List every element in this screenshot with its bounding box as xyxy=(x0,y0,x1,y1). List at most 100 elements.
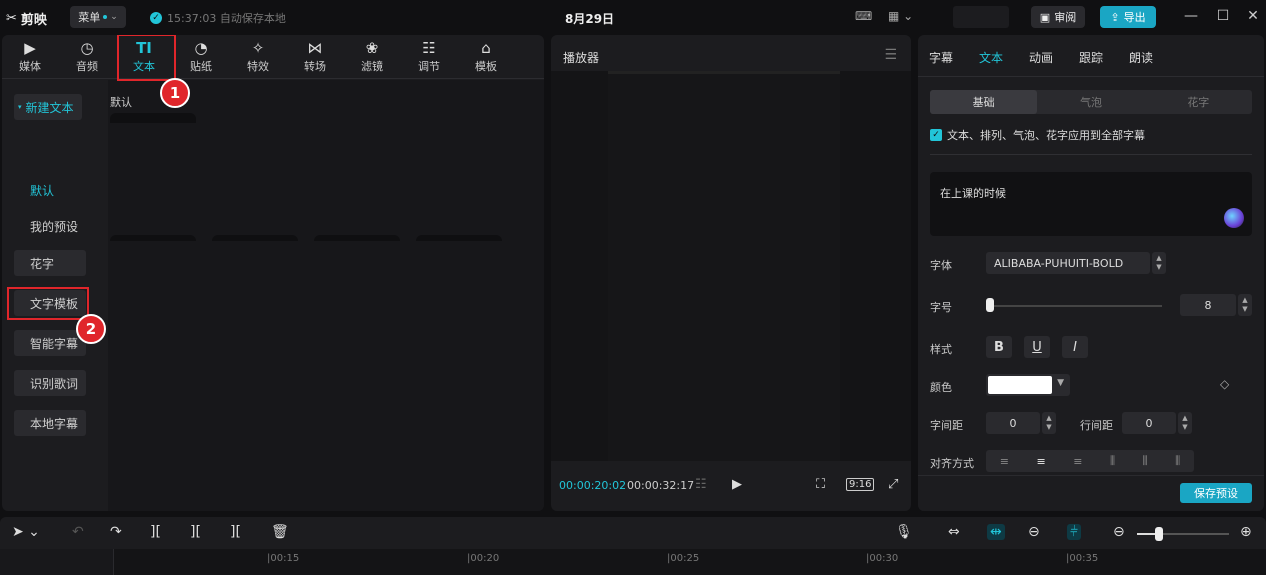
align-center-icon[interactable]: ≡ xyxy=(1036,455,1045,468)
waveform-icon[interactable]: ☷ xyxy=(695,477,707,492)
trim-left-icon[interactable]: ][ xyxy=(190,524,201,540)
play-icon[interactable]: ▶ xyxy=(732,477,742,492)
char-spacing-stepper[interactable]: ▲ ▼ xyxy=(1042,412,1056,434)
caption-text-value: 在上课的时候 xyxy=(940,187,1006,200)
tab-media[interactable]: ▶ 媒体 xyxy=(2,35,58,79)
main-track-link-icon[interactable]: ⇔ xyxy=(948,524,960,540)
underline-icon[interactable]: U xyxy=(1024,336,1050,358)
sidebar-item-label: 本地字幕 xyxy=(30,416,79,431)
line-spacing-value: 0 xyxy=(1145,416,1153,430)
tab-sticker[interactable]: ◔ 贴纸 xyxy=(173,35,229,79)
ruler-tick: |00:30 xyxy=(866,553,899,564)
timeline-ruler[interactable]: |00:15 |00:20 |00:25 |00:30 |00:35 xyxy=(0,549,1266,575)
vertical-align-center-icon[interactable]: ⫼ xyxy=(1143,454,1148,468)
bold-icon[interactable]: B xyxy=(986,336,1012,358)
undo-icon[interactable]: ↶ xyxy=(72,524,84,540)
zoom-in-icon[interactable]: ⊕ xyxy=(1240,524,1252,540)
ruler-tick: |00:15 xyxy=(267,553,300,564)
size-slider-track[interactable] xyxy=(990,305,1162,307)
fullscreen-icon[interactable]: ⤢ xyxy=(888,477,898,492)
zoom-slider-handle[interactable] xyxy=(1155,527,1163,541)
ai-orb-icon[interactable] xyxy=(1224,208,1244,228)
trim-right-icon[interactable]: ][ xyxy=(230,524,241,540)
size-stepper[interactable]: ▲ ▼ xyxy=(1238,294,1252,316)
sidebar-item-default[interactable]: 默认 xyxy=(14,177,62,203)
align-left-icon[interactable]: ≡ xyxy=(1000,455,1009,468)
review-button[interactable]: ▣ 审阅 xyxy=(1031,6,1085,28)
preview-canvas[interactable] xyxy=(551,71,911,461)
tab-animation[interactable]: 动画 xyxy=(1029,49,1053,66)
minimize-icon[interactable]: — xyxy=(1181,8,1201,24)
export-button[interactable]: ⇪ 导出 xyxy=(1100,6,1156,28)
review-icon: ▣ xyxy=(1039,10,1051,24)
keyframe-diamond-icon[interactable]: ◇ xyxy=(1220,377,1229,391)
chevron-down-icon: ▼ xyxy=(1057,378,1064,388)
segment-fancy[interactable]: 花字 xyxy=(1145,90,1252,114)
text-preset-thumb[interactable] xyxy=(212,235,298,241)
layout-icon[interactable]: ▦ ⌄ xyxy=(888,9,913,23)
redo-icon[interactable]: ↷ xyxy=(110,524,122,540)
tab-adjust[interactable]: ☷ 调节 xyxy=(401,35,457,79)
tab-label: 媒体 xyxy=(19,60,41,73)
text-preset-thumb[interactable] xyxy=(110,113,196,123)
split-icon[interactable]: ][ xyxy=(150,524,161,540)
line-spacing-input[interactable]: 0 xyxy=(1122,412,1176,434)
link-icon[interactable]: ⊖ xyxy=(1028,524,1040,540)
checkbox-checked-icon[interactable]: ✓ xyxy=(930,129,942,141)
alignment-buttons: ≡ ≡ ≡ ⫼ ⫼ ⫼ xyxy=(986,450,1194,472)
text-preset-thumb[interactable] xyxy=(416,235,502,241)
menu-button[interactable]: 菜单 ⌄ xyxy=(70,6,126,28)
microphone-icon[interactable]: 🎙 xyxy=(895,524,913,540)
caption-text-input[interactable]: 在上课的时候 xyxy=(930,172,1252,236)
tab-effects[interactable]: ✧ 特效 xyxy=(230,35,286,79)
sidebar-item-my-presets[interactable]: 我的预设 xyxy=(14,213,86,239)
text-preset-thumb[interactable] xyxy=(110,235,196,241)
segment-basic[interactable]: 基础 xyxy=(930,90,1038,114)
preview-axis-icon[interactable]: ⫩ xyxy=(1067,524,1082,540)
char-spacing-input[interactable]: 0 xyxy=(986,412,1040,434)
account-box[interactable] xyxy=(953,6,1009,28)
auto-snap-icon[interactable]: ⇹ xyxy=(987,524,1005,540)
delete-icon[interactable]: 🗑 xyxy=(271,524,289,540)
italic-icon[interactable]: I xyxy=(1062,336,1088,358)
color-label: 颜色 xyxy=(930,381,952,394)
tab-text-settings[interactable]: 文本 xyxy=(979,49,1003,66)
maximize-icon[interactable]: ☐ xyxy=(1213,8,1233,24)
font-stepper[interactable]: ▲ ▼ xyxy=(1152,252,1166,274)
tab-tracking[interactable]: 跟踪 xyxy=(1079,49,1103,66)
align-right-icon[interactable]: ≡ xyxy=(1073,455,1082,468)
tab-captions[interactable]: 字幕 xyxy=(929,49,953,66)
sidebar-item-smart-captions[interactable]: 智能字幕 xyxy=(14,330,86,356)
keyboard-icon[interactable]: ⌨ xyxy=(855,9,872,23)
capcut-logo-icon: ✂ xyxy=(6,11,17,26)
tab-template[interactable]: ⌂ 模板 xyxy=(458,35,514,79)
aspect-ratio-button[interactable]: 9:16 xyxy=(846,478,875,491)
segment-bubble[interactable]: 气泡 xyxy=(1037,90,1144,114)
autosave-text: 15:37:03 自动保存本地 xyxy=(167,12,286,25)
sidebar-item-new-text[interactable]: ▾ 新建文本 xyxy=(14,94,82,120)
sidebar-item-local-captions[interactable]: 本地字幕 xyxy=(14,410,86,436)
vertical-align-bottom-icon[interactable]: ⫼ xyxy=(1175,454,1180,468)
zoom-out-icon[interactable]: ⊖ xyxy=(1113,524,1125,540)
hamburger-menu-icon[interactable]: ☰ xyxy=(884,47,897,63)
tab-read-aloud[interactable]: 朗读 xyxy=(1129,49,1153,66)
line-spacing-stepper[interactable]: ▲ ▼ xyxy=(1178,412,1192,434)
tab-filter[interactable]: ❀ 滤镜 xyxy=(344,35,400,79)
crop-focus-icon[interactable]: ⛶ xyxy=(816,477,825,492)
size-slider-handle[interactable] xyxy=(986,298,994,312)
vertical-align-top-icon[interactable]: ⫼ xyxy=(1110,454,1115,468)
sidebar-item-recognize-lyrics[interactable]: 识别歌词 xyxy=(14,370,86,396)
text-preset-thumb[interactable] xyxy=(314,235,400,241)
chevron-down-icon: ▼ xyxy=(1182,423,1188,431)
tab-transition[interactable]: ⋈ 转场 xyxy=(287,35,343,79)
close-icon[interactable]: ✕ xyxy=(1243,8,1263,24)
color-picker[interactable]: ▼ xyxy=(986,374,1070,396)
review-label: 审阅 xyxy=(1054,11,1077,24)
save-preset-button[interactable]: 保存预设 xyxy=(1180,483,1252,503)
size-input[interactable]: 8 xyxy=(1180,294,1236,316)
apply-all-checkbox-row[interactable]: ✓ 文本、排列、气泡、花字应用到全部字幕 xyxy=(930,127,1145,143)
sidebar-item-fancy-text[interactable]: 花字 xyxy=(14,250,86,276)
font-select[interactable]: ALIBABA-PUHUITI-BOLD xyxy=(986,252,1150,274)
select-cursor-icon[interactable]: ➤ ⌄ xyxy=(12,524,40,540)
tab-audio[interactable]: ◷ 音频 xyxy=(59,35,115,79)
